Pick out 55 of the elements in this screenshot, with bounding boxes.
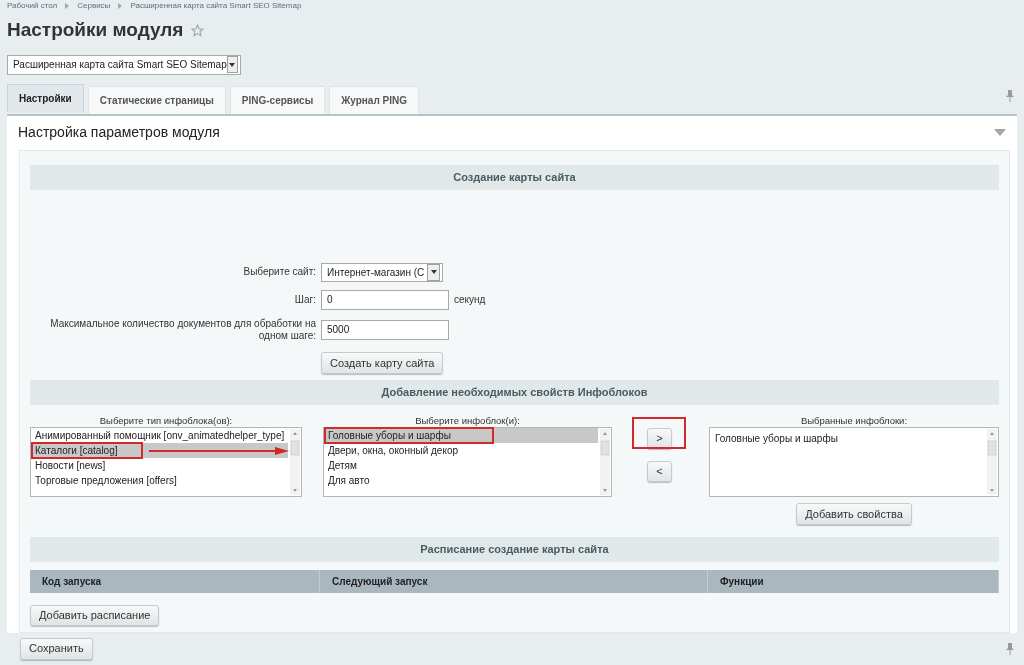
dropdown-button[interactable] <box>427 263 440 281</box>
list-box[interactable]: Анимированный помощник [onv_animatedhelper_type] Каталоги [catalog] Новости [news] Торговые предложения [offers] <box>30 426 302 497</box>
move-button[interactable]: < <box>647 460 672 482</box>
list-item[interactable]: Головные уборы и шарфы <box>325 427 598 443</box>
column-header: Следующий запуск <box>320 569 708 593</box>
column-header: Функции <box>708 569 999 593</box>
scrollbar <box>600 428 610 495</box>
list-item[interactable]: Для авто <box>328 472 595 488</box>
save-button[interactable]: Сохранить <box>20 637 93 660</box>
panel-title: Настройка параметров модуля <box>18 123 220 142</box>
breadcrumb-link[interactable]: Рабочий стол <box>7 0 58 12</box>
list-box[interactable]: Головные уборы и шарфы Двери, окна, оконный декор Детям Для авто <box>323 426 612 497</box>
scrollbar <box>290 428 300 495</box>
pin-icon[interactable] <box>1006 642 1014 655</box>
unit-label: секунд <box>454 293 486 307</box>
list-label: Выберите тип инфоблока(ов): <box>99 414 233 427</box>
pin-icon[interactable] <box>1006 89 1014 102</box>
tab[interactable]: Статические страницы <box>87 85 226 114</box>
list-item[interactable]: Новости [news] <box>35 457 285 473</box>
dropdown-button[interactable] <box>226 56 238 73</box>
list-item[interactable]: Анимированный помощник [onv_animatedhelper_type] <box>35 427 285 443</box>
list-item[interactable]: Торговые предложения [offers] <box>35 472 285 488</box>
column-header: Код запуска <box>30 569 320 593</box>
input-field[interactable]: 0 <box>321 289 449 310</box>
field-label: Выберите сайт: <box>242 266 316 278</box>
tab[interactable]: Настройки <box>7 83 84 112</box>
tab[interactable]: Журнал PING <box>329 85 419 114</box>
section-header: Расписание создание карты сайта <box>30 536 999 562</box>
site-select[interactable]: Интернет-магазин (С <box>321 262 443 282</box>
tab[interactable]: PING-сервисы <box>229 85 326 114</box>
add-schedule-button[interactable]: Добавить расписание <box>30 604 160 626</box>
field-label: Шаг: <box>293 293 316 306</box>
caret-icon <box>229 62 236 67</box>
breadcrumb-link[interactable]: Расширенная карта сайта Smart SEO Sitemap <box>130 0 302 12</box>
text-area[interactable]: Головные уборы и шарфы <box>709 426 999 497</box>
breadcrumb-link[interactable]: Сервисы <box>77 0 111 12</box>
list-label: Выберите инфоблок(и): <box>415 414 520 427</box>
caret-icon <box>430 270 437 274</box>
add-properties-button[interactable]: Добавить свойства <box>796 502 912 525</box>
collapse-icon[interactable] <box>994 129 1006 136</box>
section-header: Добавление необходимых свойств Инфоблоков <box>30 379 999 405</box>
page-title: Настройки модуля <box>7 18 184 42</box>
chevron-icon <box>65 3 70 9</box>
field-label: Максимальное количество документов для обработки на одном шаге: <box>49 317 316 342</box>
chevron-icon <box>118 3 123 9</box>
create-sitemap-button[interactable]: Создать карту сайта <box>321 351 444 374</box>
scrollbar <box>987 428 997 495</box>
move-button[interactable]: > <box>647 427 672 449</box>
section-header: Создание карты сайта <box>30 164 999 190</box>
star-icon[interactable] <box>191 23 205 37</box>
list-item[interactable]: Двери, окна, оконный декор <box>328 442 595 458</box>
input-field[interactable]: 5000 <box>321 319 449 340</box>
list-label: Выбранные инфоблоки: <box>800 414 908 427</box>
list-item[interactable]: Детям <box>328 457 595 473</box>
module-select[interactable]: Расширенная карта сайта Smart SEO Sitemap <box>7 54 241 75</box>
